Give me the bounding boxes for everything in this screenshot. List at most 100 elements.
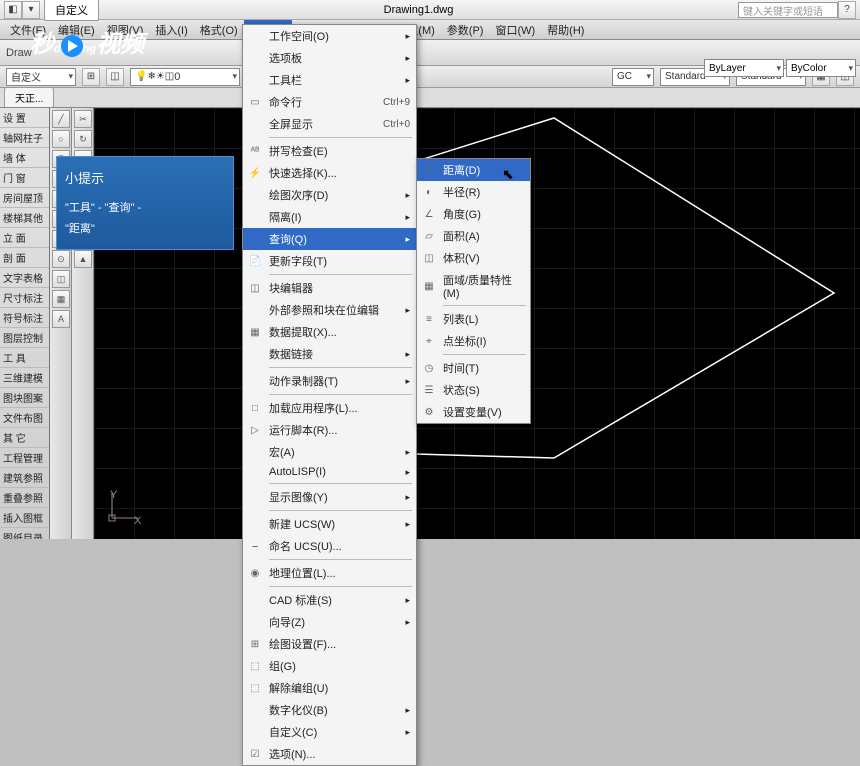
- menu-item[interactable]: ⌖点坐标(I): [417, 330, 530, 352]
- bylayer-combo[interactable]: ByLayer: [704, 59, 784, 77]
- gc-combo[interactable]: GC: [612, 68, 654, 86]
- menu-item[interactable]: 绘图次序(D)▸: [243, 184, 416, 206]
- menu-item[interactable]: 向导(Z)▸: [243, 611, 416, 633]
- menu-4[interactable]: 格式(O): [194, 20, 244, 40]
- left-item[interactable]: 楼梯其他: [0, 208, 49, 228]
- left-item[interactable]: 文字表格: [0, 268, 49, 288]
- menu-item[interactable]: 全屏显示Ctrl+0: [243, 113, 416, 135]
- menu-item[interactable]: ⬚组(G): [243, 655, 416, 677]
- menu-item-icon: ◫: [421, 250, 437, 266]
- menu-item[interactable]: 工具栏▸: [243, 69, 416, 91]
- menu-item[interactable]: ▦数据提取(X)...: [243, 321, 416, 343]
- left-item[interactable]: 插入图框: [0, 508, 49, 528]
- menu-item[interactable]: 📄更新字段(T): [243, 250, 416, 272]
- tool-icon[interactable]: ✂: [74, 110, 92, 128]
- bycolor-combo[interactable]: ByColor: [786, 59, 856, 77]
- menu-item[interactable]: ⚙设置变量(V): [417, 401, 530, 423]
- panel-tab[interactable]: 天正...: [4, 87, 54, 107]
- tool-icon[interactable]: A: [52, 310, 70, 328]
- menu-item[interactable]: ⬚解除编组(U): [243, 677, 416, 699]
- menu-item[interactable]: ∠角度(G): [417, 203, 530, 225]
- menu-2[interactable]: 视图(V): [101, 20, 150, 40]
- menu-item[interactable]: 自定义(C)▸: [243, 721, 416, 743]
- left-item[interactable]: 轴网柱子: [0, 128, 49, 148]
- tool-icon[interactable]: ◫: [52, 270, 70, 288]
- layer-combo[interactable]: 自定义: [6, 68, 76, 86]
- workspace-tab[interactable]: 自定义: [44, 0, 99, 21]
- menu-0[interactable]: 文件(F): [4, 20, 52, 40]
- menu-item[interactable]: ⎯命名 UCS(U)...: [243, 535, 416, 557]
- left-item[interactable]: 房间屋顶: [0, 188, 49, 208]
- menu-item-icon: ◐: [421, 184, 437, 200]
- menu-item[interactable]: 外部参照和块在位编辑▸: [243, 299, 416, 321]
- left-item[interactable]: 工程管理: [0, 448, 49, 468]
- menu-item[interactable]: ▷运行脚本(R)...: [243, 419, 416, 441]
- menu-item[interactable]: ◷时间(T): [417, 357, 530, 379]
- left-item[interactable]: 重叠参照: [0, 488, 49, 508]
- menu-item[interactable]: ≡列表(L): [417, 308, 530, 330]
- menu-item[interactable]: ◉地理位置(L)...: [243, 562, 416, 584]
- layer-state-combo[interactable]: 💡❄☀◫ 0: [130, 68, 240, 86]
- left-item[interactable]: 设 置: [0, 108, 49, 128]
- menu-item[interactable]: ▦面域/质量特性(M): [417, 269, 530, 303]
- menu-item[interactable]: ☑选项(N)...: [243, 743, 416, 765]
- app-icon[interactable]: ◧: [4, 1, 22, 19]
- left-item[interactable]: 门 窗: [0, 168, 49, 188]
- tb-icon[interactable]: ⊞: [82, 68, 100, 86]
- tool-icon[interactable]: ╱: [52, 110, 70, 128]
- menu-item[interactable]: 隔离(I)▸: [243, 206, 416, 228]
- menu-item[interactable]: 动作录制器(T)▸: [243, 370, 416, 392]
- tool-icon[interactable]: ⊙: [52, 250, 70, 268]
- left-item[interactable]: 尺寸标注: [0, 288, 49, 308]
- menu-item[interactable]: 工作空间(O)▸: [243, 25, 416, 47]
- menu-item[interactable]: AutoLISP(I)▸: [243, 463, 416, 481]
- menu-item[interactable]: ═距离(D): [417, 159, 530, 181]
- left-item[interactable]: 符号标注: [0, 308, 49, 328]
- tb-icon[interactable]: ◫: [106, 68, 124, 86]
- qat-btn[interactable]: ▾: [22, 1, 40, 19]
- menu-item[interactable]: ⊞绘图设置(F)...: [243, 633, 416, 655]
- menu-item[interactable]: 选项板▸: [243, 47, 416, 69]
- menu-1[interactable]: 编辑(E): [52, 20, 101, 40]
- menu-item[interactable]: ▭命令行Ctrl+9: [243, 91, 416, 113]
- tool-icon[interactable]: ▲: [74, 250, 92, 268]
- left-item[interactable]: 剖 面: [0, 248, 49, 268]
- menu-item[interactable]: 新建 UCS(W)▸: [243, 513, 416, 535]
- menu-item[interactable]: 显示图像(Y)▸: [243, 486, 416, 508]
- menu-item[interactable]: □加载应用程序(L)...: [243, 397, 416, 419]
- menu-item[interactable]: ◐半径(R): [417, 181, 530, 203]
- tool-icon[interactable]: ↻: [74, 130, 92, 148]
- left-item[interactable]: 图层控制: [0, 328, 49, 348]
- left-item[interactable]: 立 面: [0, 228, 49, 248]
- menu-item[interactable]: ☰状态(S): [417, 379, 530, 401]
- left-item[interactable]: 其 它: [0, 428, 49, 448]
- menu-separator: [269, 394, 412, 395]
- help-icon[interactable]: ?: [838, 1, 856, 19]
- left-item[interactable]: 墙 体: [0, 148, 49, 168]
- left-item[interactable]: 三维建模: [0, 368, 49, 388]
- left-item[interactable]: 工 具: [0, 348, 49, 368]
- tool-icon[interactable]: ▦: [52, 290, 70, 308]
- left-item[interactable]: 建筑参照: [0, 468, 49, 488]
- menu-11[interactable]: 帮助(H): [541, 20, 590, 40]
- menu-item-icon: ◷: [421, 360, 437, 376]
- menu-item[interactable]: CAD 标准(S)▸: [243, 589, 416, 611]
- menu-item[interactable]: ᴬᴮ拼写检查(E): [243, 140, 416, 162]
- menu-item[interactable]: 查询(Q)▸: [243, 228, 416, 250]
- tool-icon[interactable]: ○: [52, 130, 70, 148]
- left-item[interactable]: 文件布图: [0, 408, 49, 428]
- menu-item[interactable]: ◫块编辑器: [243, 277, 416, 299]
- menu-item[interactable]: ⚡快速选择(K)...: [243, 162, 416, 184]
- left-item[interactable]: 图纸目录: [0, 528, 49, 539]
- menu-item[interactable]: 宏(A)▸: [243, 441, 416, 463]
- menu-separator: [269, 367, 412, 368]
- menu-item[interactable]: 数据链接▸: [243, 343, 416, 365]
- menu-item[interactable]: 数字化仪(B)▸: [243, 699, 416, 721]
- left-item[interactable]: 图块图案: [0, 388, 49, 408]
- menu-item[interactable]: ◫体积(V): [417, 247, 530, 269]
- search-input[interactable]: 键入关键字或短语: [738, 2, 838, 18]
- menu-9[interactable]: 参数(P): [441, 20, 490, 40]
- menu-3[interactable]: 插入(I): [149, 20, 193, 40]
- menu-item[interactable]: ▱面积(A): [417, 225, 530, 247]
- menu-10[interactable]: 窗口(W): [489, 20, 541, 40]
